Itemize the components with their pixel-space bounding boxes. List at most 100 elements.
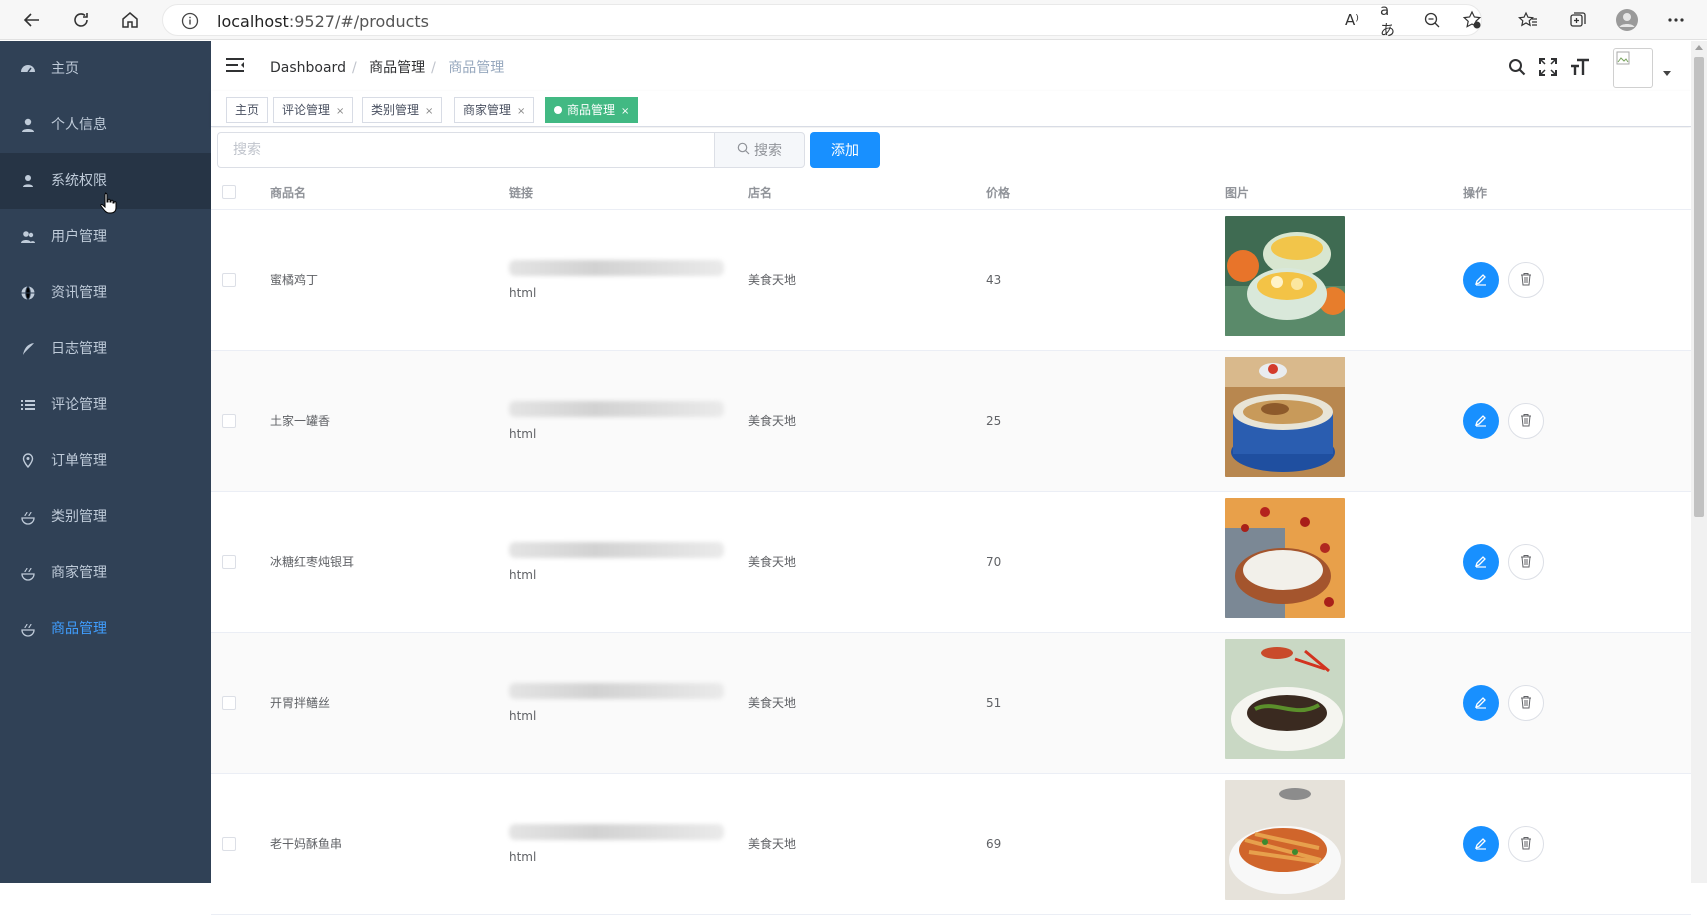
sidebar-item-news[interactable]: 资讯管理 bbox=[0, 265, 211, 321]
sidebar-item-home[interactable]: 主页 bbox=[0, 41, 211, 97]
product-link[interactable]: html bbox=[509, 254, 724, 302]
tag-categories[interactable]: 类别管理 × bbox=[362, 97, 443, 123]
header-actions: 操作 bbox=[1463, 186, 1488, 200]
scroll-up-icon[interactable] bbox=[1695, 45, 1703, 50]
site-info-icon[interactable] bbox=[181, 12, 199, 34]
refresh-icon[interactable] bbox=[69, 8, 93, 32]
hamburger-toggle-icon[interactable] bbox=[226, 57, 244, 77]
trash-icon bbox=[1519, 412, 1533, 431]
more-options-icon[interactable] bbox=[1664, 8, 1688, 32]
delete-button[interactable] bbox=[1508, 685, 1544, 721]
price: 43 bbox=[986, 273, 1002, 287]
active-dot-icon bbox=[554, 106, 562, 114]
row-checkbox[interactable] bbox=[222, 273, 236, 287]
delete-button[interactable] bbox=[1508, 262, 1544, 298]
fullscreen-icon[interactable] bbox=[1537, 56, 1559, 78]
edit-button[interactable] bbox=[1463, 262, 1499, 298]
sidebar-item-orders[interactable]: 订单管理 bbox=[0, 433, 211, 489]
trash-icon bbox=[1519, 271, 1533, 290]
breadcrumb-current: 商品管理 bbox=[448, 60, 505, 76]
trash-icon bbox=[1519, 835, 1533, 854]
row-checkbox[interactable] bbox=[222, 696, 236, 710]
search-icon[interactable] bbox=[1506, 56, 1528, 78]
header-price: 价格 bbox=[986, 186, 1011, 200]
tag-merchants[interactable]: 商家管理 × bbox=[454, 97, 535, 123]
tag-products[interactable]: 商品管理 × bbox=[545, 97, 639, 123]
row-checkbox[interactable] bbox=[222, 555, 236, 569]
product-link[interactable]: html bbox=[509, 677, 724, 725]
scrollbar-thumb[interactable] bbox=[1694, 57, 1704, 517]
sidebar-item-profile[interactable]: 个人信息 bbox=[0, 97, 211, 153]
product-link[interactable]: html bbox=[509, 395, 724, 443]
sidebar-item-comments[interactable]: 评论管理 bbox=[0, 377, 211, 433]
peoples-icon bbox=[20, 229, 36, 245]
tag-home[interactable]: 主页 bbox=[226, 97, 269, 123]
font-size-icon[interactable] bbox=[1569, 56, 1591, 78]
delete-button[interactable] bbox=[1508, 826, 1544, 862]
product-name: 开胃拌鳝丝 bbox=[270, 696, 331, 710]
delete-button[interactable] bbox=[1508, 544, 1544, 580]
back-icon[interactable] bbox=[20, 8, 44, 32]
add-button[interactable]: 添加 bbox=[810, 132, 880, 168]
product-link[interactable]: html bbox=[509, 536, 724, 584]
price: 51 bbox=[986, 696, 1002, 710]
sidebar-item-categories[interactable]: 类别管理 bbox=[0, 489, 211, 545]
tag-close-icon[interactable]: × bbox=[621, 106, 629, 117]
breadcrumb-dashboard[interactable]: Dashboard bbox=[270, 60, 346, 76]
profile-avatar-icon[interactable] bbox=[1615, 8, 1639, 32]
shop-name: 美食天地 bbox=[748, 555, 797, 569]
edit-icon bbox=[1474, 271, 1488, 290]
search-input[interactable] bbox=[217, 132, 714, 168]
caret-down-icon[interactable] bbox=[1663, 71, 1671, 76]
sidebar-item-logs[interactable]: 日志管理 bbox=[0, 321, 211, 377]
avatar[interactable] bbox=[1613, 48, 1653, 88]
products-table: 商品名 链接 店名 价格 图片 操作 蜜橘鸡丁 html 美食天地 43 土家一… bbox=[211, 173, 1691, 915]
row-checkbox[interactable] bbox=[222, 837, 236, 851]
delete-button[interactable] bbox=[1508, 403, 1544, 439]
table-row: 土家一罐香 html 美食天地 25 bbox=[211, 351, 1691, 492]
breadcrumb-products-parent[interactable]: 商品管理 bbox=[369, 60, 425, 76]
row-checkbox[interactable] bbox=[222, 414, 236, 428]
product-image bbox=[1225, 357, 1345, 477]
tag-close-icon[interactable]: × bbox=[425, 106, 433, 117]
favorite-add-icon[interactable] bbox=[1460, 8, 1484, 32]
price: 25 bbox=[986, 414, 1002, 428]
location-icon bbox=[20, 453, 36, 469]
search-group: 搜索 bbox=[217, 132, 805, 168]
navbar: Dashboard / 商品管理 / 商品管理 bbox=[211, 41, 1691, 91]
tag-close-icon[interactable]: × bbox=[336, 106, 344, 117]
collections-icon[interactable] bbox=[1566, 8, 1590, 32]
sidebar-item-merchants[interactable]: 商家管理 bbox=[0, 545, 211, 601]
product-name: 冰糖红枣炖银耳 bbox=[270, 555, 355, 569]
edit-icon bbox=[1474, 694, 1488, 713]
table-row: 开胃拌鳝丝 html 美食天地 51 bbox=[211, 633, 1691, 774]
list-icon bbox=[20, 397, 36, 413]
shop-name: 美食天地 bbox=[748, 273, 797, 287]
product-name: 蜜橘鸡丁 bbox=[270, 273, 319, 287]
zoom-out-icon[interactable] bbox=[1420, 8, 1444, 32]
edit-button[interactable] bbox=[1463, 544, 1499, 580]
read-aloud-icon[interactable]: A⁾ bbox=[1340, 8, 1364, 32]
edit-button[interactable] bbox=[1463, 403, 1499, 439]
sidebar-item-products[interactable]: 商品管理 bbox=[0, 601, 211, 657]
food-icon bbox=[20, 565, 36, 581]
header-shop: 店名 bbox=[748, 186, 773, 200]
page-scrollbar[interactable] bbox=[1691, 41, 1707, 883]
product-link[interactable]: html bbox=[509, 818, 724, 866]
search-button[interactable]: 搜索 bbox=[714, 132, 805, 168]
select-all-checkbox[interactable] bbox=[222, 185, 236, 199]
edit-button[interactable] bbox=[1463, 685, 1499, 721]
favorites-icon[interactable] bbox=[1516, 8, 1540, 32]
edit-icon bbox=[1474, 835, 1488, 854]
address-bar[interactable]: localhost:9527/#/products bbox=[162, 4, 1482, 36]
header-image: 图片 bbox=[1225, 186, 1250, 200]
product-image bbox=[1225, 780, 1345, 900]
product-name: 老干妈酥鱼串 bbox=[270, 837, 343, 851]
table-row: 冰糖红枣炖银耳 html 美食天地 70 bbox=[211, 492, 1691, 633]
trash-icon bbox=[1519, 553, 1533, 572]
translate-icon[interactable]: aあ bbox=[1380, 1, 1404, 39]
tag-close-icon[interactable]: × bbox=[517, 106, 525, 117]
home-icon[interactable] bbox=[118, 8, 142, 32]
edit-button[interactable] bbox=[1463, 826, 1499, 862]
tag-comments[interactable]: 评论管理 × bbox=[273, 97, 354, 123]
